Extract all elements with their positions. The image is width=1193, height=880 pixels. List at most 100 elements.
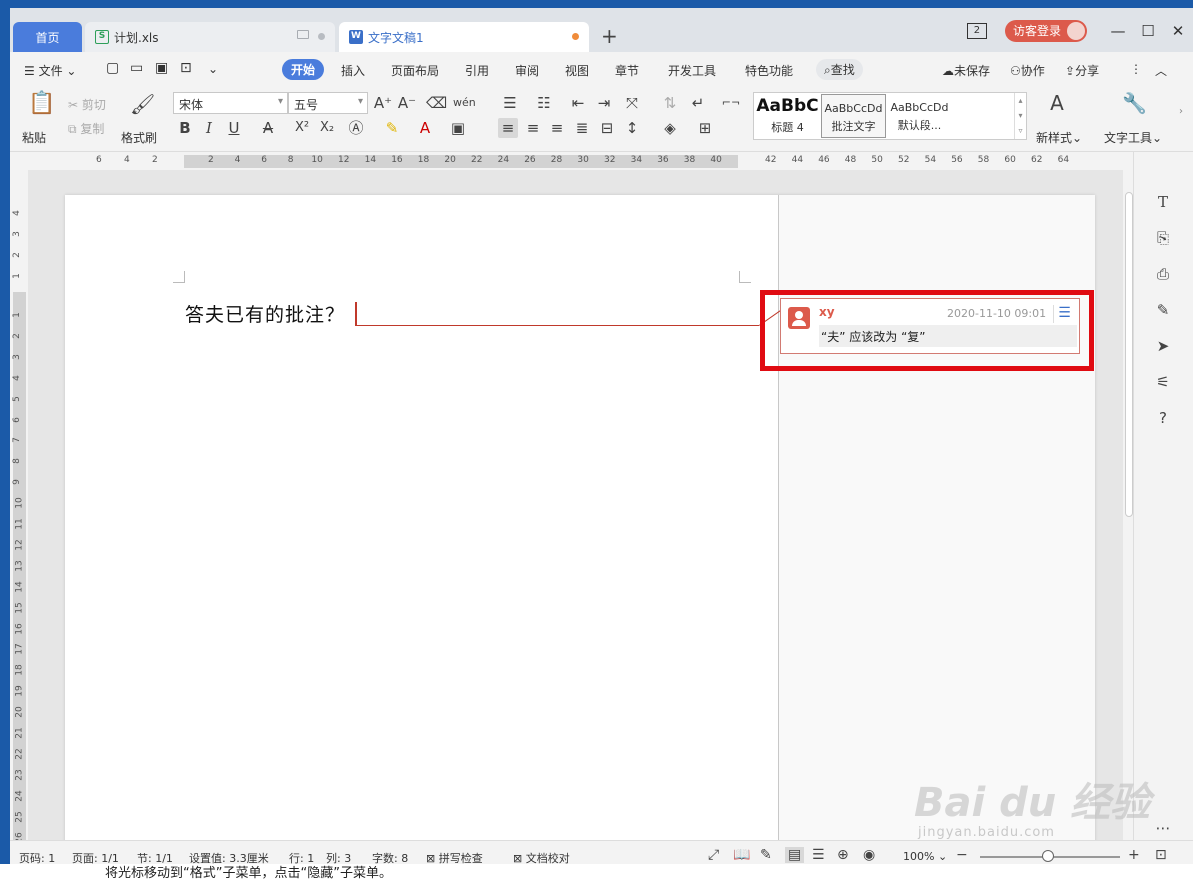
quick-access-dropdown-icon[interactable]: ⌄ <box>208 62 218 76</box>
collab-button[interactable]: ⚇协作 <box>1010 62 1045 79</box>
vertical-scrollbar[interactable] <box>1123 170 1133 840</box>
tab-developer[interactable]: 开发工具 <box>668 62 716 79</box>
tab-start[interactable]: 开始 <box>282 59 325 80</box>
align-right-icon[interactable]: ≡ <box>547 118 567 138</box>
window-count-badge[interactable]: 2 <box>966 23 987 39</box>
save-icon[interactable]: ▣ <box>155 60 168 76</box>
bold-icon[interactable]: B <box>175 118 195 138</box>
tab-view[interactable]: 视图 <box>565 62 589 79</box>
tab-review[interactable]: 审阅 <box>515 62 539 79</box>
text-style-icon[interactable]: T <box>1153 192 1173 212</box>
add-tab-button[interactable]: + <box>601 24 618 48</box>
unsaved-status[interactable]: ☁未保存 <box>942 62 990 79</box>
new-doc-icon[interactable]: ▢ <box>106 60 119 76</box>
style-comment-text[interactable]: AaBbCcDd 批注文字 <box>821 94 886 138</box>
cut-button[interactable]: ✂ 剪切 <box>68 96 106 113</box>
zoom-level[interactable]: 100% ⌄ <box>903 850 947 863</box>
align-left-icon[interactable]: ≡ <box>498 118 518 138</box>
web-view-icon[interactable]: ⊕ <box>837 847 849 863</box>
select-cursor-icon[interactable]: ➤ <box>1153 336 1173 356</box>
tab-chapter[interactable]: 章节 <box>615 62 639 79</box>
distributed-icon[interactable]: ⊟ <box>597 118 617 138</box>
tab-xls[interactable]: S 计划.xls <box>85 22 335 52</box>
show-marks-icon[interactable]: ↵ <box>688 93 708 113</box>
tab-references[interactable]: 引用 <box>465 62 489 79</box>
numbered-list-icon[interactable]: ☷ <box>534 93 554 113</box>
vertical-ruler[interactable]: 4 3 2 1 1 2 3 4 5 6 7 8 9 10 11 12 13 14 15 16 17 18 19 20 21 22 2… <box>10 170 28 843</box>
edit-mode-icon[interactable]: ✎ <box>760 847 772 863</box>
collapse-ribbon-icon[interactable]: ︿ <box>1155 62 1167 79</box>
italic-icon[interactable]: I <box>199 118 219 138</box>
fit-page-icon[interactable]: ⊡ <box>1155 847 1167 863</box>
zoom-out-icon[interactable]: − <box>956 847 968 863</box>
tab-close-icon[interactable] <box>318 33 325 40</box>
copy-button[interactable]: ⧉ 复制 <box>68 120 104 137</box>
maximize-button[interactable]: ☐ <box>1133 22 1163 40</box>
format-painter-label[interactable]: 格式刷 <box>121 129 157 146</box>
tab-special[interactable]: 特色功能 <box>745 62 793 79</box>
line-spacing-icon[interactable]: ↕ <box>622 118 642 138</box>
highlight-icon[interactable]: ✎ <box>382 118 402 138</box>
text-effect-icon[interactable]: Ⓐ <box>346 118 366 138</box>
tab-stop-icon[interactable]: ⌐¬ <box>721 93 741 113</box>
clear-format-icon[interactable]: ⌫ <box>426 93 447 113</box>
grow-font-icon[interactable]: A⁺ <box>373 93 393 113</box>
tab-page-layout[interactable]: 页面布局 <box>391 62 439 79</box>
document-body-text[interactable]: 答夫已有的批注？ <box>185 300 345 327</box>
visitor-login-button[interactable]: 访客登录 <box>1004 20 1087 42</box>
tab-insert[interactable]: 插入 <box>341 62 365 79</box>
help-icon[interactable]: ? <box>1153 408 1173 428</box>
font-color-icon[interactable]: A <box>415 118 435 138</box>
zoom-slider-knob[interactable] <box>1042 850 1054 862</box>
fullscreen-icon[interactable]: ⤢ <box>708 847 719 863</box>
tab-unsaved-dot-icon[interactable] <box>572 33 579 40</box>
font-family-select[interactable]: 宋体 <box>173 92 288 114</box>
align-center-icon[interactable]: ≡ <box>523 118 543 138</box>
justify-icon[interactable]: ≣ <box>572 118 592 138</box>
scrollbar-thumb[interactable] <box>1125 192 1133 517</box>
eye-protect-icon[interactable]: ◉ <box>863 847 875 863</box>
close-button[interactable]: ✕ <box>1163 22 1193 40</box>
text-tool-button[interactable]: 文字工具⌄ <box>1104 129 1162 146</box>
increase-indent-icon[interactable]: ⇥ <box>594 93 614 113</box>
paste-label[interactable]: 粘贴 <box>22 129 46 146</box>
pen-icon[interactable]: ✎ <box>1153 300 1173 320</box>
borders-icon[interactable]: ⊞ <box>695 118 715 138</box>
pinyin-icon[interactable]: wén <box>453 93 476 113</box>
superscript-icon[interactable]: X² <box>292 118 312 138</box>
print-preview-icon[interactable]: ⊡ <box>180 60 192 76</box>
decrease-indent-icon[interactable]: ⇤ <box>568 93 588 113</box>
font-size-select[interactable]: 五号 <box>288 92 368 114</box>
paste-icon[interactable]: 📋 <box>28 93 55 120</box>
page-view-icon[interactable]: ▤ <box>785 847 805 863</box>
more-panel-icon[interactable]: ⋯ <box>1153 818 1173 838</box>
strikethrough-icon[interactable]: A <box>258 118 278 138</box>
sort-icon[interactable]: ⇅ <box>660 93 680 113</box>
char-border-icon[interactable]: ▣ <box>448 118 468 138</box>
outline-view-icon[interactable]: ☰ <box>812 847 825 863</box>
doc-transform-icon[interactable]: ⎘ <box>1153 228 1173 248</box>
doc-settings-icon[interactable]: ⎙ <box>1153 264 1173 284</box>
style-default-para[interactable]: AaBbCcDd 默认段... <box>887 94 952 138</box>
new-style-button[interactable]: 新样式⌄ <box>1036 129 1082 146</box>
style-gallery-scroll[interactable]: ▴ ▾ ▿ <box>1014 93 1026 139</box>
underline-icon[interactable]: U <box>224 118 244 138</box>
file-menu[interactable]: ☰ 文件 ⌄ <box>24 62 76 79</box>
open-folder-icon[interactable]: ▭ <box>130 60 143 76</box>
tab-home[interactable]: 首页 <box>13 22 82 52</box>
new-style-icon[interactable]: A <box>1047 93 1067 113</box>
share-button[interactable]: ⇪分享 <box>1065 62 1099 79</box>
format-painter-icon[interactable]: 🖌 <box>130 94 155 114</box>
horizontal-ruler[interactable]: 6 4 2 2 4 6 8 10 12 14 16 18 20 22 24 26 28 30 32 34 36 38 40 4… <box>10 152 1133 170</box>
wrench-icon[interactable]: 🔧 <box>1122 93 1147 113</box>
sliders-icon[interactable]: ⚟ <box>1153 372 1173 392</box>
bullet-list-icon[interactable]: ☰ <box>500 93 520 113</box>
subscript-icon[interactable]: X₂ <box>317 118 337 138</box>
style-heading4[interactable]: AaBbC 标题 4 <box>755 94 820 138</box>
tab-doc[interactable]: W 文字文稿1 <box>339 22 589 52</box>
more-menu-icon[interactable]: ⋮ <box>1130 62 1142 76</box>
chinese-layout-icon[interactable]: ⤧ <box>622 93 642 113</box>
shading-icon[interactable]: ◈ <box>660 118 680 138</box>
minimize-button[interactable]: — <box>1103 22 1133 40</box>
search-button[interactable]: ⌕查找 <box>816 59 863 80</box>
